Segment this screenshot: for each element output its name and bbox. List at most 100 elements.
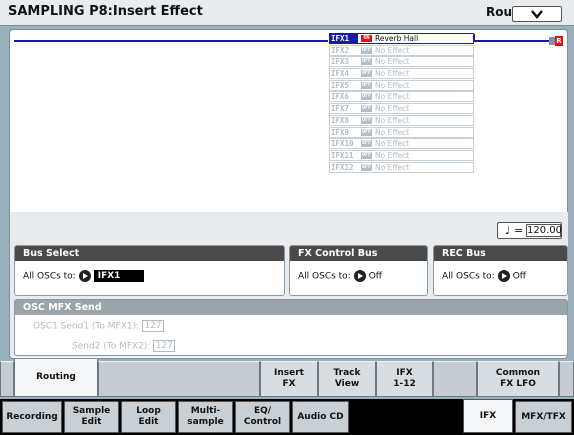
- chevron-down-icon: [531, 10, 543, 19]
- tab-track-view-label: View: [334, 379, 360, 389]
- osc-mfx-send-header: OSC MFX Send: [15, 300, 567, 315]
- ifx-slot-row[interactable]: IFX7 OFF No Effect: [329, 103, 474, 115]
- arrow-right-icon[interactable]: [353, 270, 366, 282]
- ifx-effect-name[interactable]: No Effect: [375, 163, 409, 172]
- tab-sample-edit-label: Edit: [81, 417, 102, 427]
- arrow-right-icon[interactable]: [497, 270, 510, 282]
- ifx-slot-row[interactable]: IFX10 OFF No Effect: [329, 138, 474, 150]
- ifx-effect-name[interactable]: No Effect: [375, 139, 409, 148]
- ifx-switch-badge[interactable]: ON: [361, 35, 372, 42]
- ifx-effect-name[interactable]: Reverb Hall: [375, 34, 418, 43]
- rec-bus-header: REC Bus: [434, 246, 567, 261]
- subtab-spacer: [433, 361, 477, 397]
- ifx-effect-name[interactable]: No Effect: [375, 57, 409, 66]
- tempo-value[interactable]: 120.00: [526, 224, 562, 237]
- fx-control-bus-header: FX Control Bus: [290, 246, 427, 261]
- send2-value[interactable]: 127: [153, 340, 176, 352]
- ifx-slot-row[interactable]: IFX12 OFF No Effect: [329, 161, 474, 173]
- ifx-slot-label: IFX8: [331, 115, 350, 125]
- ifx-slot-row[interactable]: IFX8 OFF No Effect: [329, 114, 474, 126]
- tab-recording[interactable]: Recording: [2, 401, 62, 433]
- tab-mfx-tfx-label: MFX/TFX: [521, 411, 566, 422]
- tab-recording-label: Recording: [6, 411, 58, 422]
- subtab-spacer: [559, 361, 574, 397]
- ifx-slot-row[interactable]: IFX5 OFF No Effect: [329, 79, 474, 91]
- tab-ifx-1-12-label: IFX: [396, 368, 413, 378]
- subtab-spacer: [0, 361, 14, 397]
- tab-eq-control[interactable]: EQ/Control: [235, 401, 290, 433]
- ifx-slot-row[interactable]: IFX9 OFF No Effect: [329, 126, 474, 138]
- tempo-equals: =: [514, 224, 524, 237]
- ifx-effect-name[interactable]: No Effect: [375, 46, 409, 55]
- ifx-switch-badge[interactable]: OFF: [361, 105, 372, 113]
- quarter-note-icon: ♩: [505, 224, 511, 237]
- ifx-slot-row[interactable]: IFX2 OFF No Effect: [329, 44, 474, 56]
- tab-sample-edit[interactable]: Sample Edit: [64, 401, 119, 433]
- tab-ifx-1-12[interactable]: IFX 1-12: [376, 361, 433, 397]
- ifx-slot-label: IFX10: [331, 139, 354, 149]
- bus-select-value[interactable]: IFX1: [93, 270, 144, 282]
- tab-loop-edit-label: Loop: [136, 406, 161, 416]
- ifx-switch-badge[interactable]: OFF: [361, 46, 372, 54]
- ifx-effect-name[interactable]: No Effect: [375, 104, 409, 113]
- tab-ifx-label: IFX: [479, 410, 497, 421]
- tempo-field[interactable]: ♩ = 120.00: [497, 222, 562, 239]
- tab-mfx-tfx[interactable]: MFX/TFX: [515, 401, 572, 433]
- tab-common-fx-lfo[interactable]: Common FX LFO: [477, 361, 559, 397]
- tab-track-view-label: Track: [333, 368, 361, 378]
- bus-select-label: All OSCs to:: [23, 271, 76, 282]
- tab-insert-fx[interactable]: Insert FX: [260, 361, 318, 397]
- bus-select-header: Bus Select: [15, 246, 284, 261]
- tab-eq-control-label: EQ/: [253, 406, 272, 416]
- ifx-switch-badge[interactable]: OFF: [361, 128, 372, 136]
- tab-loop-edit-label: Edit: [138, 417, 159, 427]
- ifx-effect-name[interactable]: No Effect: [375, 151, 409, 160]
- send1-value[interactable]: 127: [142, 320, 165, 332]
- ifx-switch-badge[interactable]: OFF: [361, 93, 372, 101]
- tab-multisample-label: Multi-: [190, 406, 221, 416]
- rec-bus-label: All OSCs to:: [442, 271, 495, 282]
- tab-sample-edit-label: Sample: [72, 406, 111, 416]
- tab-routing-label: Routing: [36, 372, 76, 382]
- fx-control-bus-label: All OSCs to:: [298, 271, 351, 282]
- ifx-switch-badge[interactable]: OFF: [361, 140, 372, 148]
- tab-routing[interactable]: Routing: [14, 359, 98, 397]
- osc-mfx-send-card: OSC MFX Send OSC1 Send1 (To MFX1): 127 S…: [14, 299, 568, 356]
- fx-control-bus-value[interactable]: Off: [369, 272, 382, 282]
- tab-multisample[interactable]: Multi-sample: [178, 401, 233, 433]
- tab-multisample-label: sample: [187, 417, 224, 427]
- ifx-effect-name[interactable]: No Effect: [375, 81, 409, 90]
- ifx-slot-row[interactable]: IFX4 OFF No Effect: [329, 68, 474, 80]
- ifx-slot-row[interactable]: IFX11 OFF No Effect: [329, 149, 474, 161]
- ifx-slot-row[interactable]: IFX1 ON Reverb Hall: [329, 33, 474, 44]
- ifx-slot-row[interactable]: IFX6 OFF No Effect: [329, 91, 474, 103]
- ifx-slot-label: IFX7: [331, 104, 350, 114]
- ifx-switch-badge[interactable]: OFF: [361, 116, 372, 124]
- rec-bus-value[interactable]: Off: [513, 272, 526, 282]
- title-bar: SAMPLING P8:Insert Effect Routing: [0, 0, 574, 26]
- ifx-effect-name[interactable]: No Effect: [375, 92, 409, 101]
- ifx-slot-row[interactable]: IFX3 OFF No Effect: [329, 56, 474, 68]
- ifx-effect-name[interactable]: No Effect: [375, 116, 409, 125]
- ifx-switch-badge[interactable]: OFF: [361, 70, 372, 78]
- subtab-spacer: [98, 361, 260, 397]
- tab-track-view[interactable]: Track View: [318, 361, 376, 397]
- send1-label: OSC1 Send1 (To MFX1):: [33, 321, 140, 332]
- tab-ifx[interactable]: IFX: [463, 399, 513, 433]
- tab-eq-control-label: Control: [243, 417, 282, 427]
- tab-loop-edit[interactable]: Loop Edit: [121, 401, 176, 433]
- tab-common-fx-lfo-label: Common: [495, 368, 541, 378]
- arrow-right-icon[interactable]: [78, 270, 91, 282]
- ifx-switch-badge[interactable]: OFF: [361, 58, 372, 66]
- ifx-effect-name[interactable]: No Effect: [375, 128, 409, 137]
- page-menu-button[interactable]: [512, 6, 562, 22]
- ifx-effect-name[interactable]: No Effect: [375, 69, 409, 78]
- ifx-switch-badge[interactable]: OFF: [361, 163, 372, 171]
- ifx-switch-badge[interactable]: OFF: [361, 151, 372, 159]
- tab-audio-cd-label: Audio CD: [297, 411, 344, 422]
- ifx-switch-badge[interactable]: OFF: [361, 81, 372, 89]
- tab-common-fx-lfo-label: FX LFO: [500, 379, 536, 389]
- signal-route-line: [473, 40, 549, 42]
- page-title: SAMPLING P8:Insert Effect: [8, 4, 203, 19]
- tab-audio-cd[interactable]: Audio CD: [292, 401, 349, 433]
